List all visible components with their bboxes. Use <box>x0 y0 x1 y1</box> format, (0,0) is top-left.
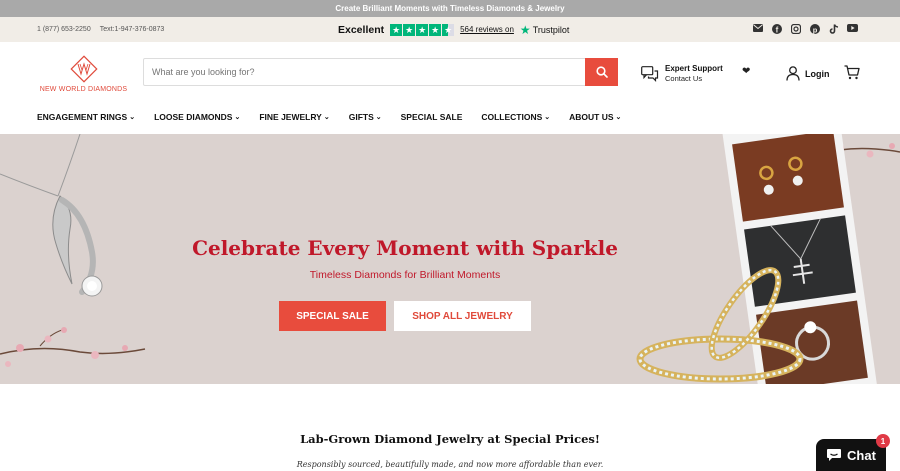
trustpilot-logo: ★ Trustpilot <box>520 23 569 37</box>
section-heading: Lab-Grown Diamond Jewelry at Special Pri… <box>300 432 600 446</box>
login-label: Login <box>805 68 830 79</box>
chevron-down-icon: ⌄ <box>615 114 622 121</box>
shop-all-jewelry-button[interactable]: SHOP ALL JEWELRY <box>394 301 531 331</box>
star-icon: ★ <box>390 23 403 36</box>
social-links: f p <box>752 17 858 42</box>
hero-banner: Celebrate Every Moment with Sparkle Time… <box>0 134 900 384</box>
phone-link[interactable]: 1 (877) 653-2250 <box>37 26 91 33</box>
nav-collections[interactable]: COLLECTIONS ⌄ <box>481 112 550 122</box>
star-half-icon: ★ <box>442 23 455 36</box>
chevron-down-icon: ⌄ <box>234 114 241 121</box>
youtube-icon[interactable] <box>847 24 858 35</box>
wishlist-heart-icon[interactable]: ❤ <box>742 66 750 77</box>
nav-label: ABOUT US <box>569 112 614 122</box>
site-header: NEW WORLD DIAMONDS Expert Support Contac… <box>0 42 900 100</box>
rating-label: Excellent <box>338 23 385 36</box>
hero-title: Celebrate Every Moment with Sparkle <box>192 236 618 260</box>
promo-section: Lab-Grown Diamond Jewelry at Special Pri… <box>0 384 900 471</box>
blossom-branch-left <box>0 327 146 367</box>
search-icon <box>595 66 608 78</box>
section-subheading: Responsibly sourced, beautifully made, a… <box>296 460 604 469</box>
nav-label: FINE JEWELRY <box>259 112 322 122</box>
chat-bubbles-icon <box>641 66 659 82</box>
contact-us-link[interactable]: Contact Us <box>665 74 702 83</box>
special-sale-button[interactable]: SPECIAL SALE <box>279 301 386 331</box>
site-logo[interactable]: NEW WORLD DIAMONDS <box>36 54 131 93</box>
reviews-link[interactable]: 564 reviews on <box>460 25 514 34</box>
nav-loose-diamonds[interactable]: LOOSE DIAMONDS ⌄ <box>154 112 240 122</box>
trustpilot-widget[interactable]: Excellent ★ ★ ★ ★ ★ 564 reviews on ★ Tru… <box>338 17 569 42</box>
chevron-down-icon: ⌄ <box>323 114 330 121</box>
nav-label: GIFTS <box>348 112 374 122</box>
trustpilot-star-icon: ★ <box>519 22 531 37</box>
chat-button[interactable]: Chat 1 <box>816 434 890 471</box>
chevron-down-icon: ⌄ <box>375 114 382 121</box>
logo-text: NEW WORLD DIAMONDS <box>39 86 128 93</box>
announcement-text: Create Brilliant Moments with Timeless D… <box>335 4 565 13</box>
text-phone-link[interactable]: Text:1-947-376-0873 <box>100 26 165 33</box>
tiktok-icon[interactable] <box>828 24 839 35</box>
search-bar <box>143 58 618 86</box>
user-icon <box>786 66 800 81</box>
main-nav: ENGAGEMENT RINGS ⌄ LOOSE DIAMONDS ⌄ FINE J… <box>0 100 900 134</box>
cart-button[interactable] <box>844 65 860 85</box>
instagram-icon[interactable] <box>790 23 801 35</box>
nav-gifts[interactable]: GIFTS ⌄ <box>349 112 382 122</box>
star-icon: ★ <box>403 23 416 36</box>
nav-fine-jewelry[interactable]: FINE JEWELRY ⌄ <box>259 112 329 122</box>
diamond-logo-icon <box>69 55 98 83</box>
star-icon: ★ <box>416 23 429 36</box>
nav-label: COLLECTIONS <box>481 112 543 122</box>
trustpilot-label: Trustpilot <box>532 24 570 35</box>
cart-icon <box>844 65 860 80</box>
nav-label: LOOSE DIAMONDS <box>154 112 233 122</box>
svg-text:p: p <box>812 25 817 34</box>
chat-label: Chat <box>847 447 876 463</box>
search-button[interactable] <box>585 58 618 86</box>
pinterest-icon[interactable]: p <box>809 24 820 35</box>
star-icon: ★ <box>429 23 442 36</box>
support-title: Expert Support <box>665 64 723 73</box>
nav-engagement-rings[interactable]: ENGAGEMENT RINGS ⌄ <box>37 112 135 122</box>
contact-phones: 1 (877) 653-2250 Text:1-947-376-0873 <box>37 26 164 33</box>
chat-icon <box>827 449 842 461</box>
chat-badge: 1 <box>876 434 890 448</box>
expert-support[interactable]: Expert Support Contact Us <box>641 64 723 84</box>
email-icon[interactable] <box>752 24 763 35</box>
utility-bar: 1 (877) 653-2250 Text:1-947-376-0873 Exc… <box>0 17 900 42</box>
announcement-bar: Create Brilliant Moments with Timeless D… <box>0 0 900 17</box>
rating-stars: ★ ★ ★ ★ ★ <box>390 23 455 36</box>
nav-label: ENGAGEMENT RINGS <box>37 112 128 122</box>
search-input[interactable] <box>144 59 585 85</box>
support-text: Expert Support Contact Us <box>665 64 723 84</box>
chevron-down-icon: ⌄ <box>544 114 551 121</box>
hero-subtitle: Timeless Diamonds for Brilliant Moments <box>309 269 501 281</box>
svg-text:f: f <box>775 26 778 35</box>
facebook-icon[interactable]: f <box>771 24 782 35</box>
nav-about-us[interactable]: ABOUT US ⌄ <box>569 112 621 122</box>
login-button[interactable]: Login <box>786 66 830 81</box>
nav-special-sale[interactable]: SPECIAL SALE <box>401 112 463 122</box>
nav-label: SPECIAL SALE <box>400 112 463 122</box>
chevron-down-icon: ⌄ <box>129 114 136 121</box>
